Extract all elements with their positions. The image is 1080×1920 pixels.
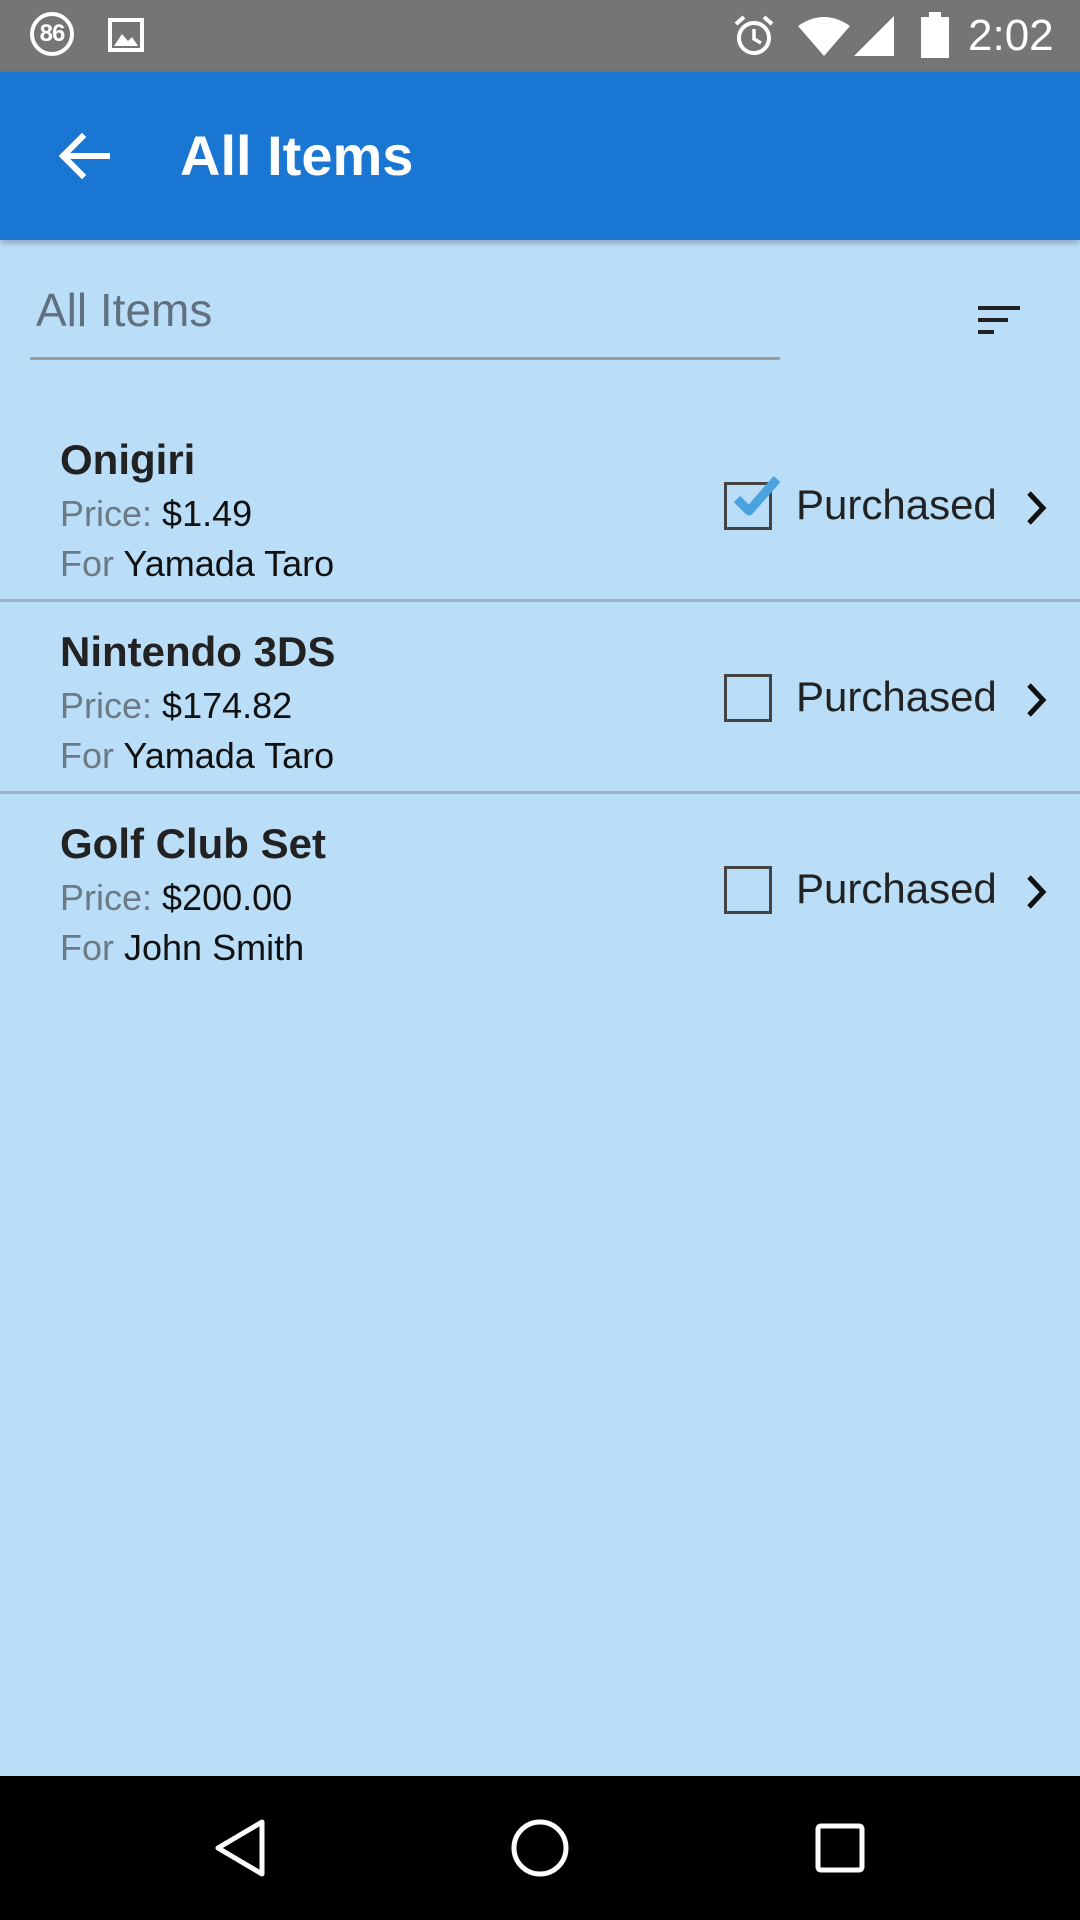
arrow-left-icon [58, 132, 110, 180]
item-recipient-line: For John Smith [60, 926, 304, 970]
notification-count: 86 [39, 20, 66, 47]
nav-home-button[interactable] [500, 1808, 580, 1888]
item-name: Golf Club Set [60, 820, 326, 867]
price-label: Price: [60, 493, 153, 534]
purchased-label: Purchased [796, 865, 997, 912]
list-item[interactable]: Golf Club Set Price: $200.00 For John Sm… [0, 794, 1080, 986]
filter-dropdown[interactable]: All Items [30, 280, 780, 360]
purchased-checkbox[interactable] [724, 476, 781, 530]
item-recipient-line: For Yamada Taro [60, 542, 334, 586]
for-label: For [60, 543, 114, 584]
nav-recents-button[interactable] [800, 1808, 880, 1888]
item-recipient: John Smith [124, 927, 305, 968]
checkmark-icon [733, 476, 781, 516]
list-item[interactable]: Nintendo 3DS Price: $174.82 For Yamada T… [0, 602, 1080, 794]
item-name: Nintendo 3DS [60, 628, 336, 675]
home-circle-icon [511, 1819, 569, 1877]
wifi-icon [798, 17, 850, 56]
page-title: All Items [180, 124, 414, 187]
for-label: For [60, 927, 114, 968]
item-price-line: Price: $174.82 [60, 684, 292, 728]
purchased-label: Purchased [796, 673, 997, 720]
purchased-checkbox[interactable] [724, 866, 772, 914]
item-price: $174.82 [162, 685, 293, 726]
purchased-checkbox[interactable] [724, 674, 772, 722]
for-label: For [60, 735, 114, 776]
item-price: $200.00 [162, 877, 293, 918]
item-price-line: Price: $200.00 [60, 876, 292, 920]
list-item[interactable]: Onigiri Price: $1.49 For Yamada Taro Pur… [0, 410, 1080, 602]
item-price: $1.49 [162, 493, 253, 534]
sort-icon [978, 306, 1020, 334]
item-name: Onigiri [60, 436, 196, 483]
app-bar: All Items [0, 72, 1080, 240]
recents-square-icon [815, 1823, 865, 1873]
notification-count-icon: 86 [30, 12, 74, 56]
signal-icon [854, 16, 894, 56]
battery-icon [921, 12, 949, 58]
back-triangle-icon [215, 1819, 265, 1877]
item-price-line: Price: $1.49 [60, 492, 252, 536]
filter-row: All Items [0, 240, 1080, 390]
sort-button[interactable] [960, 290, 1040, 350]
alarm-icon [734, 15, 774, 55]
price-label: Price: [60, 685, 153, 726]
item-recipient: Yamada Taro [123, 543, 335, 584]
purchased-label: Purchased [796, 481, 997, 528]
filter-selected-value: All Items [36, 284, 213, 336]
nav-back-button[interactable] [200, 1808, 280, 1888]
status-bar: 86 2:02 [0, 0, 1080, 72]
chevron-right-icon [1027, 683, 1047, 717]
chevron-right-icon [1027, 875, 1047, 909]
item-recipient-line: For Yamada Taro [60, 734, 334, 778]
chevron-right-icon [1027, 491, 1047, 525]
price-label: Price: [60, 877, 153, 918]
system-nav-bar [0, 1776, 1080, 1920]
back-button[interactable] [44, 116, 124, 196]
item-list: Onigiri Price: $1.49 For Yamada Taro Pur… [0, 410, 1080, 986]
status-clock: 2:02 [968, 11, 1054, 60]
item-recipient: Yamada Taro [123, 735, 335, 776]
image-icon [108, 18, 144, 52]
